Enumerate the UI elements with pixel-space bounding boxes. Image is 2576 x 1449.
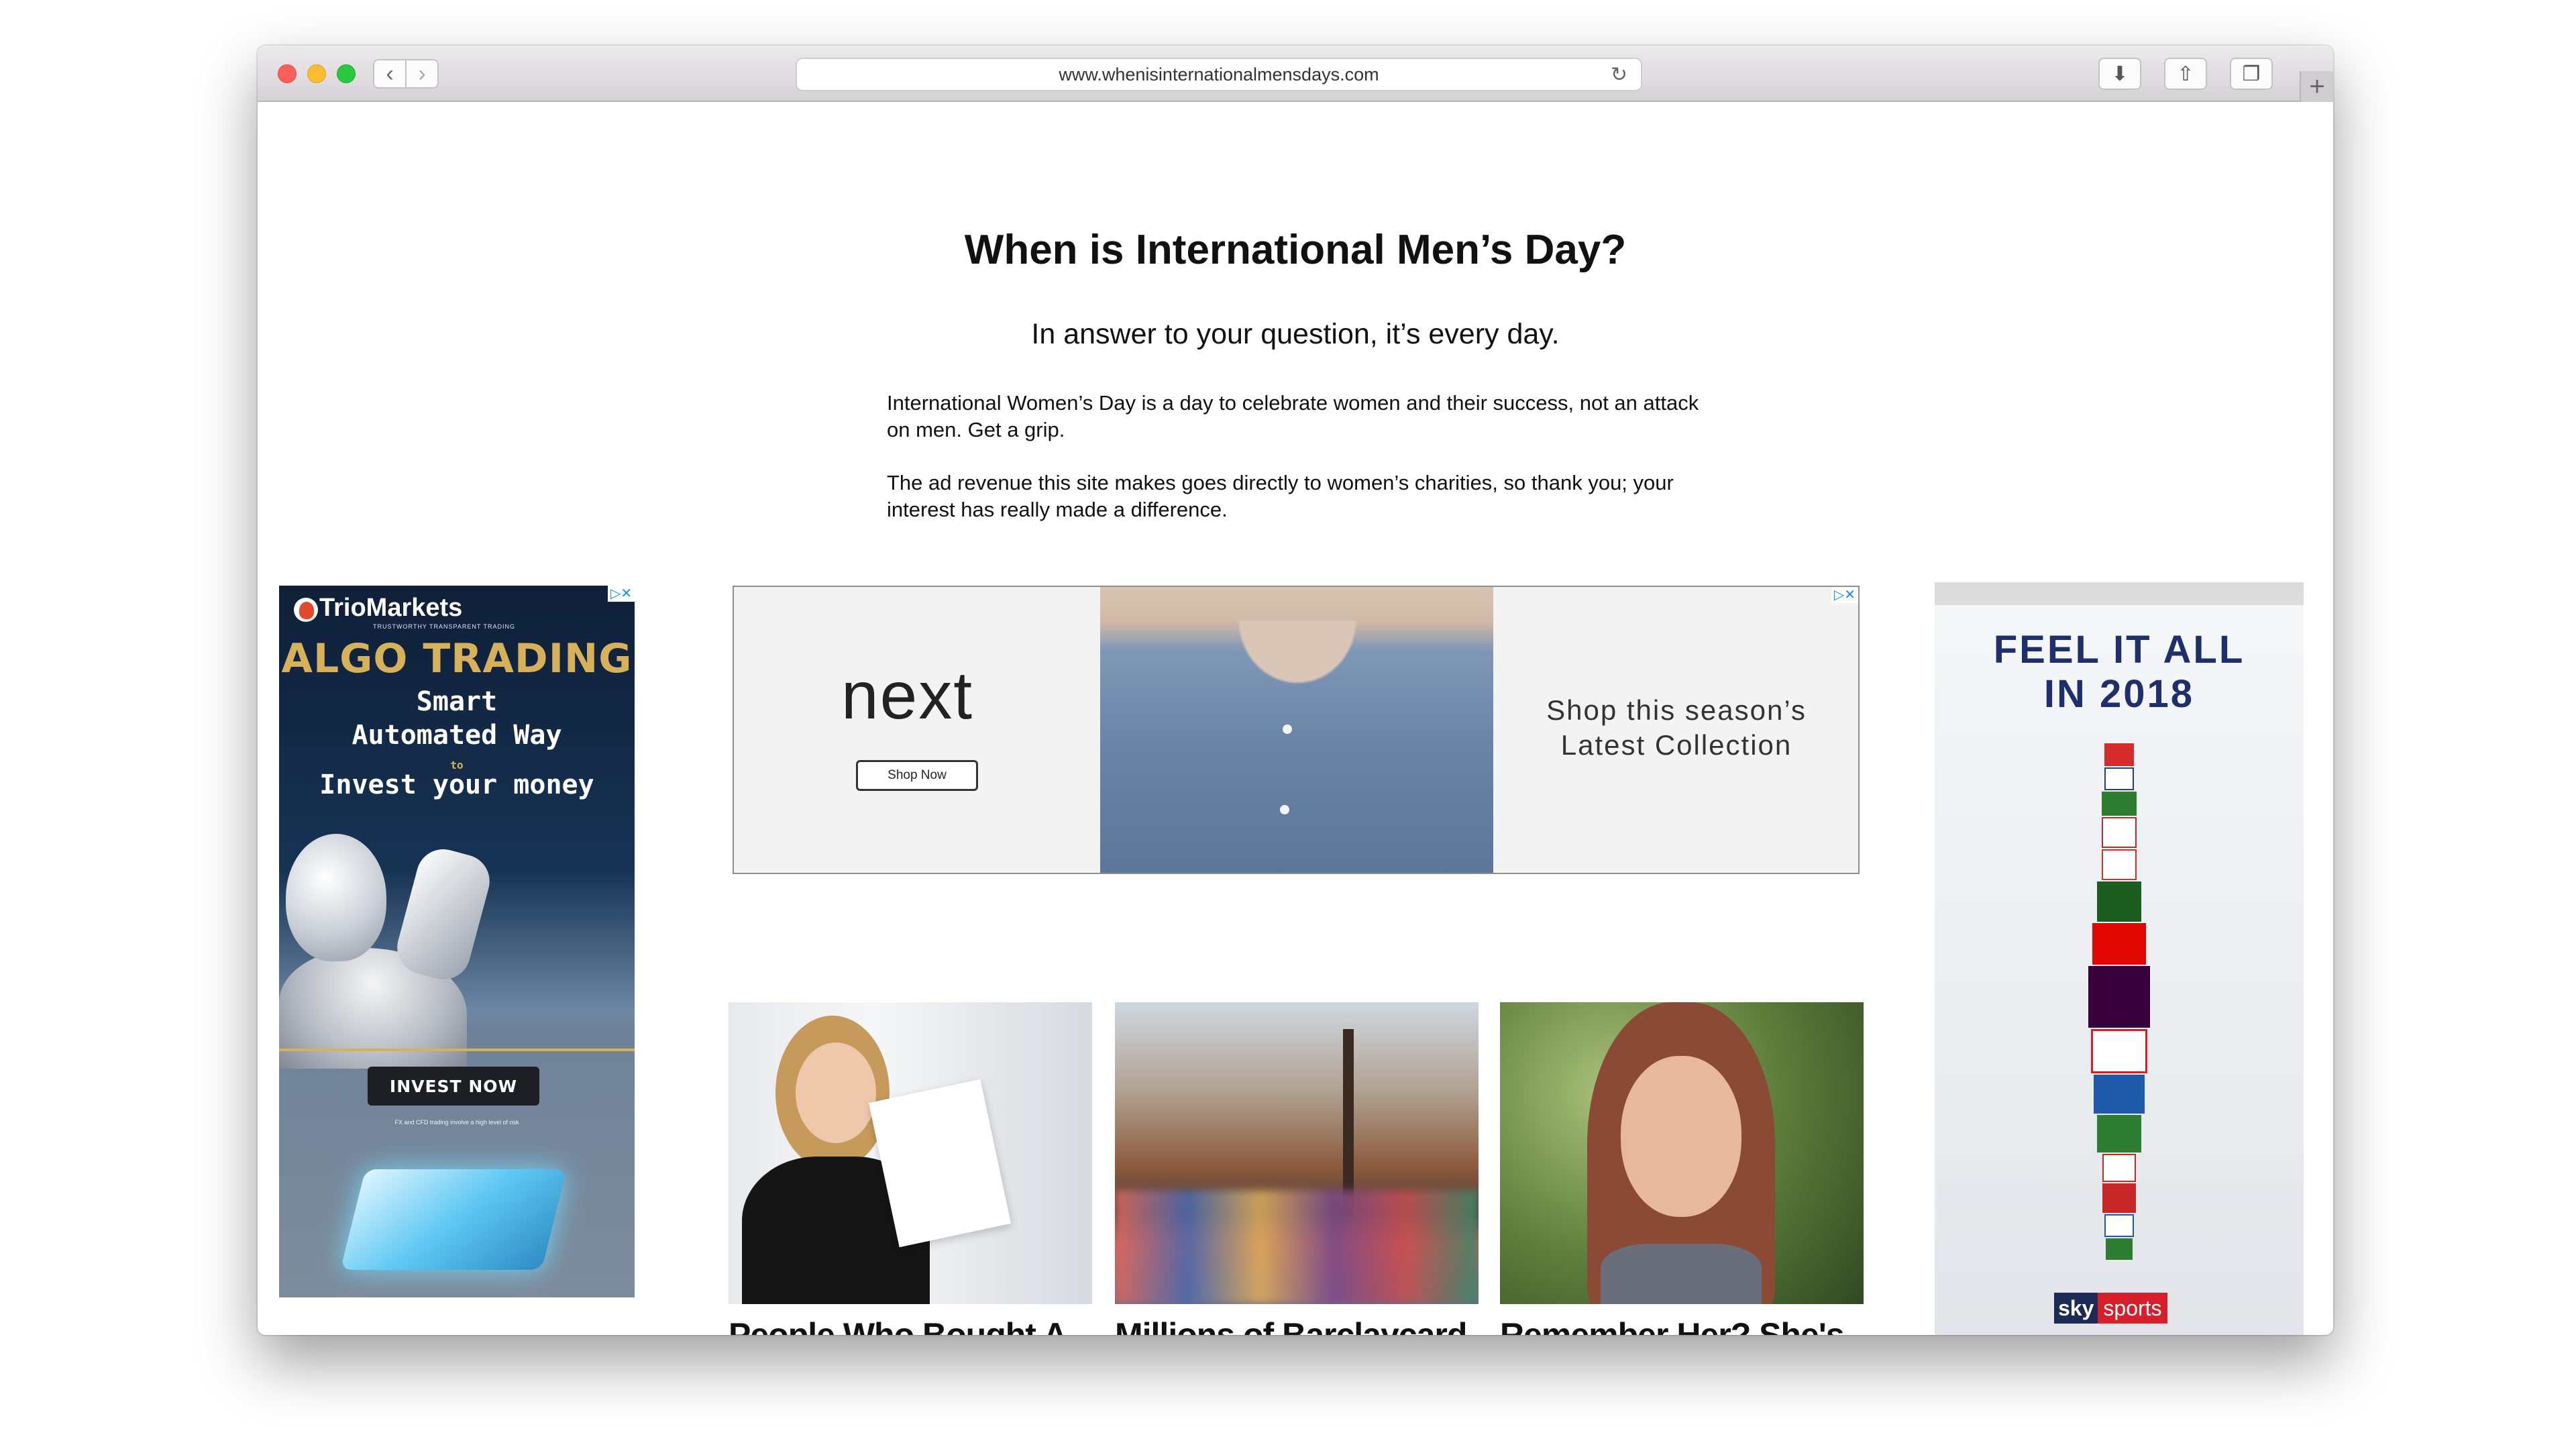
- close-window-button[interactable]: [278, 64, 297, 83]
- ad-headline-line1: FEEL IT ALL: [1993, 628, 2245, 672]
- next-logo: next: [841, 658, 974, 733]
- sport-badge-masters: [2102, 792, 2137, 816]
- show-tabs-button[interactable]: ❐: [2230, 58, 2273, 90]
- page-title: When is International Men’s Day?: [964, 227, 1627, 273]
- triomarkets-logo-mark: [299, 602, 314, 619]
- url-text: www.whenisinternationalmensdays.com: [1059, 64, 1379, 85]
- banner-ad-next[interactable]: next Shop Now Shop this season’s Latest …: [733, 586, 1860, 874]
- article-headline[interactable]: Millions of Barclaycard Customers Eligib…: [1115, 1316, 1479, 1335]
- woman-face-shape: [796, 1042, 876, 1143]
- shirt-button-2: [1280, 805, 1289, 814]
- sport-badge-cricket: [2104, 743, 2134, 766]
- ad-topbar: [1935, 582, 2304, 605]
- intro-paragraph: International Women’s Day is a day to ce…: [887, 391, 1699, 441]
- ad-headline: FEEL IT ALL IN 2018: [1935, 628, 2304, 716]
- sport-badge-england: [2102, 817, 2137, 848]
- chevron-left-icon: ‹: [386, 61, 394, 87]
- downloads-button[interactable]: ⬇: [2098, 58, 2141, 90]
- sport-badge-f1: [2092, 923, 2146, 965]
- crowd-blur-shape: [1115, 1190, 1479, 1304]
- tree-shape: [1343, 1029, 1354, 1217]
- back-button[interactable]: ‹: [373, 59, 407, 89]
- ad-disclaimer: FX and CFD trading involve a high level …: [394, 1119, 519, 1126]
- sport-badge-ecb: [2094, 1075, 2145, 1114]
- sport-badge-netball: [2104, 1214, 2134, 1237]
- article-card[interactable]: Millions of Barclaycard Customers Eligib…: [1115, 1002, 1479, 1335]
- article-card[interactable]: Remember Her? She's Changed So Much Sinc…: [1500, 1002, 1864, 1335]
- sport-badge-the-open: [2097, 1115, 2141, 1152]
- forward-button[interactable]: ›: [405, 59, 439, 89]
- ad-headline: ALGO TRADING: [281, 635, 633, 682]
- sport-badge-pdc: [2102, 1154, 2136, 1182]
- robot-arm-image: [391, 843, 496, 985]
- chevron-right-icon: ›: [418, 61, 426, 87]
- article-image[interactable]: [1500, 1002, 1864, 1304]
- girl-shirt-shape: [1601, 1244, 1762, 1304]
- banner-tagline: Shop this season’s Latest Collection: [1493, 693, 1858, 763]
- new-tab-button[interactable]: +: [2300, 71, 2333, 102]
- sport-badge-laliga: [2102, 1183, 2136, 1213]
- address-bar[interactable]: www.whenisinternationalmensdays.com ↻: [796, 58, 1642, 91]
- banner-tagline-line1: Shop this season’s: [1546, 694, 1807, 726]
- minimize-window-button[interactable]: [307, 64, 326, 83]
- ad-brand: TrioMarkets: [319, 594, 463, 622]
- ad-line-smart: Smart: [416, 686, 498, 717]
- left-ad-triomarkets[interactable]: TrioMarkets TRUSTWORTHY TRANSPARENT TRAD…: [279, 586, 635, 1297]
- ad-brand-tagline: TRUSTWORTHY TRANSPARENT TRADING: [373, 623, 516, 630]
- ad-headline-line2: IN 2018: [2043, 672, 2195, 716]
- sport-badge-racing: [2106, 1238, 2133, 1260]
- plus-icon: +: [2309, 71, 2325, 101]
- shop-now-button[interactable]: Shop Now: [856, 760, 978, 791]
- sport-badge-efl: [2104, 767, 2134, 790]
- share-button[interactable]: ⇧: [2164, 58, 2207, 90]
- charity-paragraph: The ad revenue this site makes goes dire…: [887, 471, 1674, 521]
- sport-badge-premier-league: [2088, 966, 2150, 1028]
- article-card[interactable]: People Who Bought A House between 1988 –: [729, 1002, 1092, 1335]
- download-icon: ⬇: [2111, 62, 2129, 85]
- sport-badge-rugby: [2102, 849, 2137, 880]
- zoom-window-button[interactable]: [337, 64, 356, 83]
- sky-logo-text: sky: [2054, 1293, 2098, 1324]
- page-subtitle: In answer to your question, it’s every d…: [1031, 318, 1560, 350]
- browser-toolbar: ‹ › www.whenisinternationalmensdays.com …: [258, 46, 2333, 102]
- ad-line-invest: Invest your money: [319, 769, 594, 800]
- browser-window: ‹ › www.whenisinternationalmensdays.com …: [258, 46, 2333, 1335]
- article-headline[interactable]: Remember Her? She's Changed So Much Sinc…: [1500, 1316, 1864, 1335]
- share-icon: ⇧: [2177, 62, 2194, 85]
- ad-line-automated: Automated Way: [352, 720, 562, 751]
- sport-badge-efl-cup: [2091, 1029, 2147, 1073]
- sky-sports-logo: sky sports: [2054, 1293, 2186, 1324]
- banner-tagline-line2: Latest Collection: [1560, 729, 1792, 761]
- right-ad-sky-sports[interactable]: FEEL IT ALL IN 2018 sky sports: [1935, 582, 2304, 1335]
- girl-face-shape: [1621, 1056, 1741, 1217]
- page-content: When is International Men’s Day? In answ…: [258, 102, 2333, 1335]
- tabs-icon: ❐: [2242, 62, 2261, 85]
- tablet-image: [340, 1169, 567, 1270]
- shirt-button-1: [1283, 724, 1292, 734]
- sports-logo-text: sports: [2098, 1293, 2167, 1324]
- article-image[interactable]: [729, 1002, 1092, 1304]
- adchoices-icon[interactable]: ▷✕: [607, 586, 635, 602]
- adchoices-icon[interactable]: ▷✕: [1831, 587, 1858, 603]
- ad-divider: [279, 1049, 635, 1051]
- robot-head-image: [286, 834, 386, 961]
- collar-shape: [1197, 621, 1398, 728]
- reload-icon[interactable]: ↻: [1611, 63, 1627, 87]
- sport-badge-ryder-cup: [2097, 881, 2141, 922]
- article-headline[interactable]: People Who Bought A House between 1988 –: [729, 1316, 1092, 1335]
- invest-now-button[interactable]: INVEST NOW: [368, 1067, 539, 1106]
- article-image[interactable]: [1115, 1002, 1479, 1304]
